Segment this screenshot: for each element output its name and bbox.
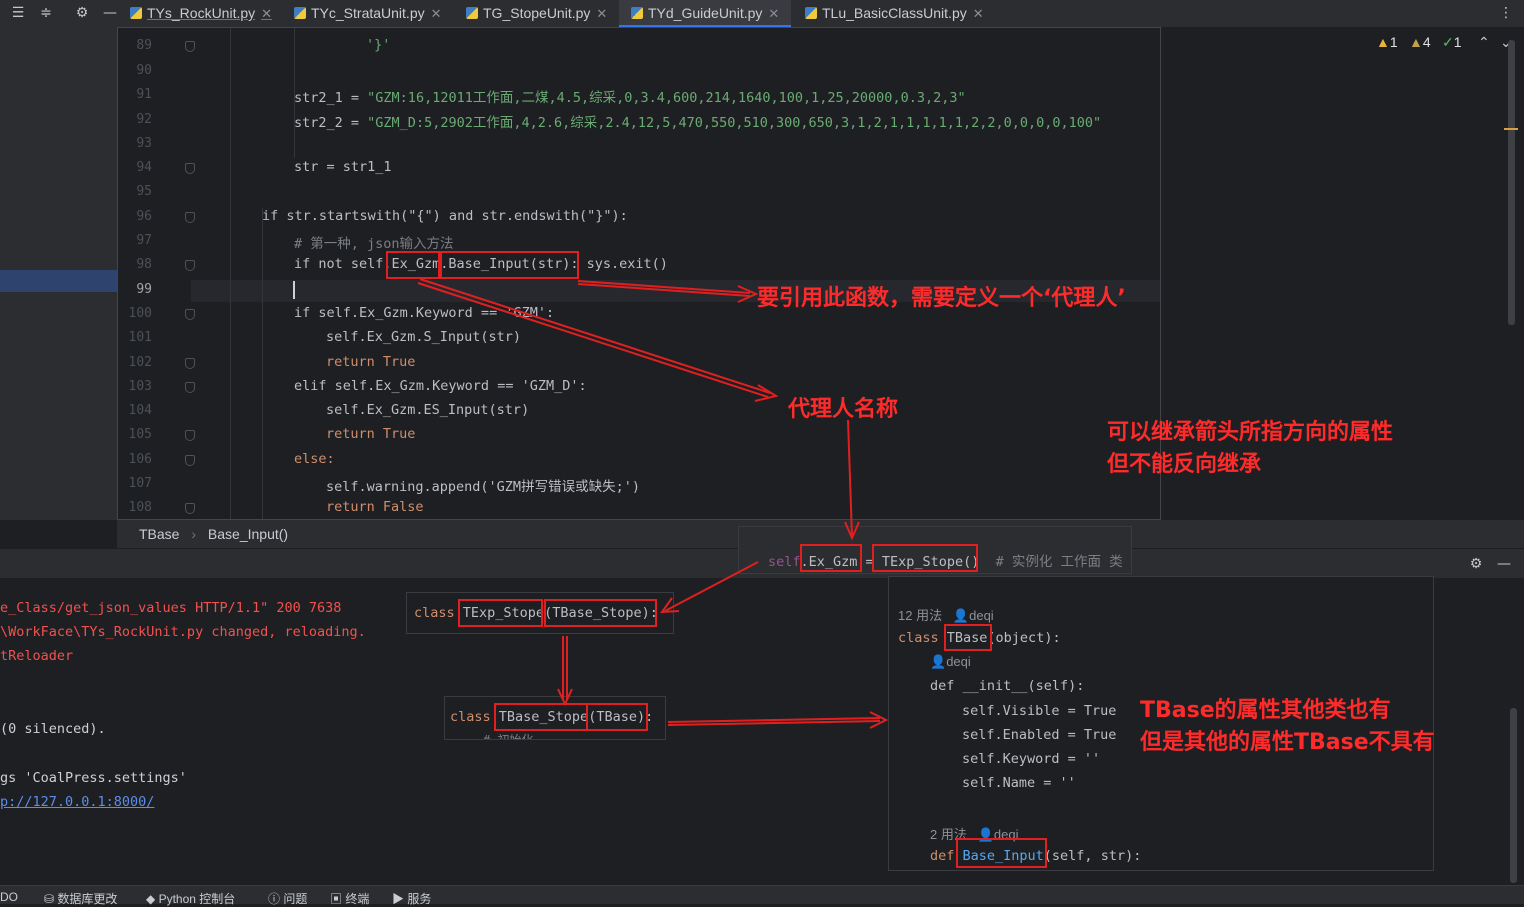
problems-tool[interactable]: ⓘ 问题 [268, 890, 307, 907]
arrow-to-proxy-name [419, 278, 771, 394]
arrow-to-define-proxy [577, 280, 751, 294]
status-bar: DO ⛁ 数据库更改 ◆ Python 控制台 ⓘ 问题 ▣ 终端 ▶ 服务 [0, 885, 1524, 907]
database-changes-tool[interactable]: ⛁ 数据库更改 [44, 890, 117, 907]
todo-tool[interactable]: DO [0, 890, 18, 904]
terminal-tool[interactable]: ▣ 终端 [330, 890, 369, 907]
info-icon: ⓘ [268, 892, 284, 906]
python-console-icon: ◆ [146, 892, 159, 906]
python-console-tool[interactable]: ◆ Python 控制台 [146, 890, 235, 907]
annotation-arrows [417, 278, 889, 729]
arrow-to-instance [847, 419, 853, 537]
terminal-icon: ▣ [330, 892, 346, 906]
arrow-to-texp-class [664, 561, 759, 612]
services-tool[interactable]: ▶ 服务 [392, 890, 431, 907]
services-icon: ▶ [392, 892, 408, 906]
database-icon: ⛁ [44, 892, 58, 906]
